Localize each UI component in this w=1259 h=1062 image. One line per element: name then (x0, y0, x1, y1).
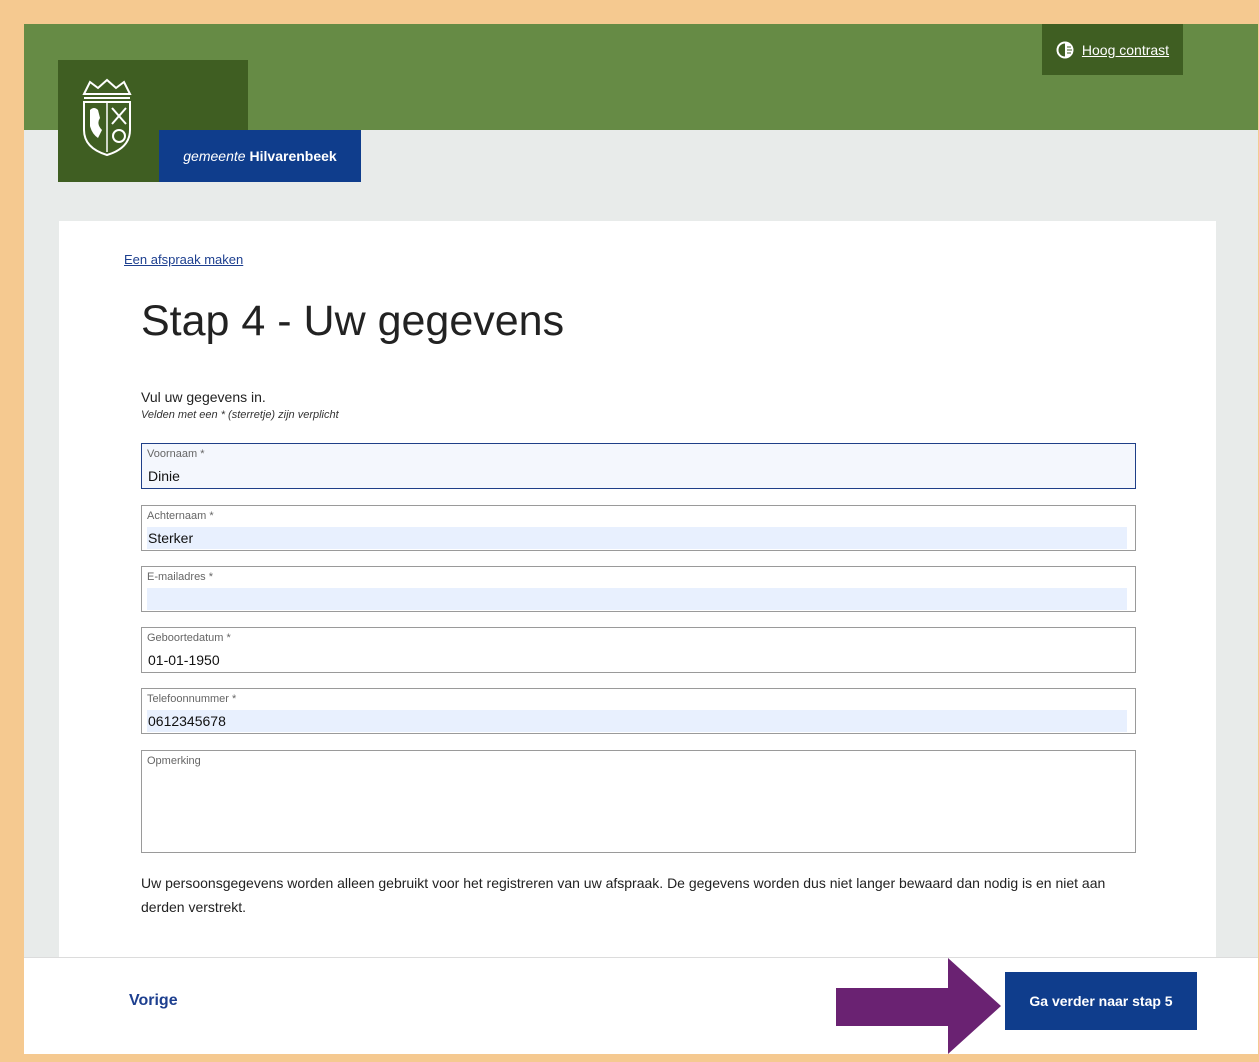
next-step-button[interactable]: Ga verder naar stap 5 (1005, 972, 1197, 1030)
email-input[interactable] (147, 588, 1127, 610)
telefoon-field[interactable]: Telefoonnummer * (141, 688, 1136, 734)
geboortedatum-label: Geboortedatum * (147, 632, 231, 644)
opmerking-label: Opmerking (147, 755, 201, 767)
email-field[interactable]: E-mailadres * (141, 566, 1136, 612)
intro-text: Vul uw gegevens in. (141, 389, 266, 405)
arrow-right-icon (836, 958, 1001, 1054)
contrast-icon (1056, 41, 1074, 58)
email-label: E-mailadres * (147, 571, 214, 583)
achternaam-label: Achternaam * (147, 510, 214, 522)
previous-button[interactable]: Vorige (129, 992, 178, 1010)
telefoon-input[interactable] (147, 710, 1127, 732)
page-title: Stap 4 - Uw gegevens (141, 297, 565, 345)
breadcrumb[interactable]: Een afspraak maken (124, 252, 243, 267)
achternaam-input[interactable] (147, 527, 1127, 549)
brand-name: Hilvarenbeek (249, 148, 337, 164)
telefoon-label: Telefoonnummer * (147, 693, 237, 705)
required-note: Velden met een * (sterretje) zijn verpli… (141, 409, 339, 421)
high-contrast-label: Hoog contrast (1081, 41, 1170, 58)
form-card: Een afspraak maken Stap 4 - Uw gegevens … (59, 221, 1216, 981)
brand-prefix: gemeente (183, 148, 246, 164)
geboortedatum-field[interactable]: Geboortedatum * (141, 627, 1136, 673)
coat-of-arms-icon (82, 78, 132, 157)
privacy-notice: Uw persoonsgegevens worden alleen gebrui… (141, 875, 1106, 915)
geboortedatum-input[interactable] (147, 649, 1127, 671)
page: Hoog contrast gemeente Hilvarenbeek Een … (24, 24, 1258, 1054)
voornaam-label: Voornaam * (147, 448, 205, 460)
voornaam-input[interactable] (147, 465, 1127, 487)
achternaam-field[interactable]: Achternaam * (141, 505, 1136, 551)
voornaam-field[interactable]: Voornaam * (141, 443, 1136, 489)
brand-label[interactable]: gemeente Hilvarenbeek (159, 130, 361, 182)
opmerking-input[interactable] (147, 772, 1131, 854)
opmerking-field[interactable]: Opmerking (141, 750, 1136, 854)
footer-bar: Vorige Ga verder naar stap 5 (24, 957, 1258, 1054)
high-contrast-toggle[interactable]: Hoog contrast (1042, 24, 1183, 75)
